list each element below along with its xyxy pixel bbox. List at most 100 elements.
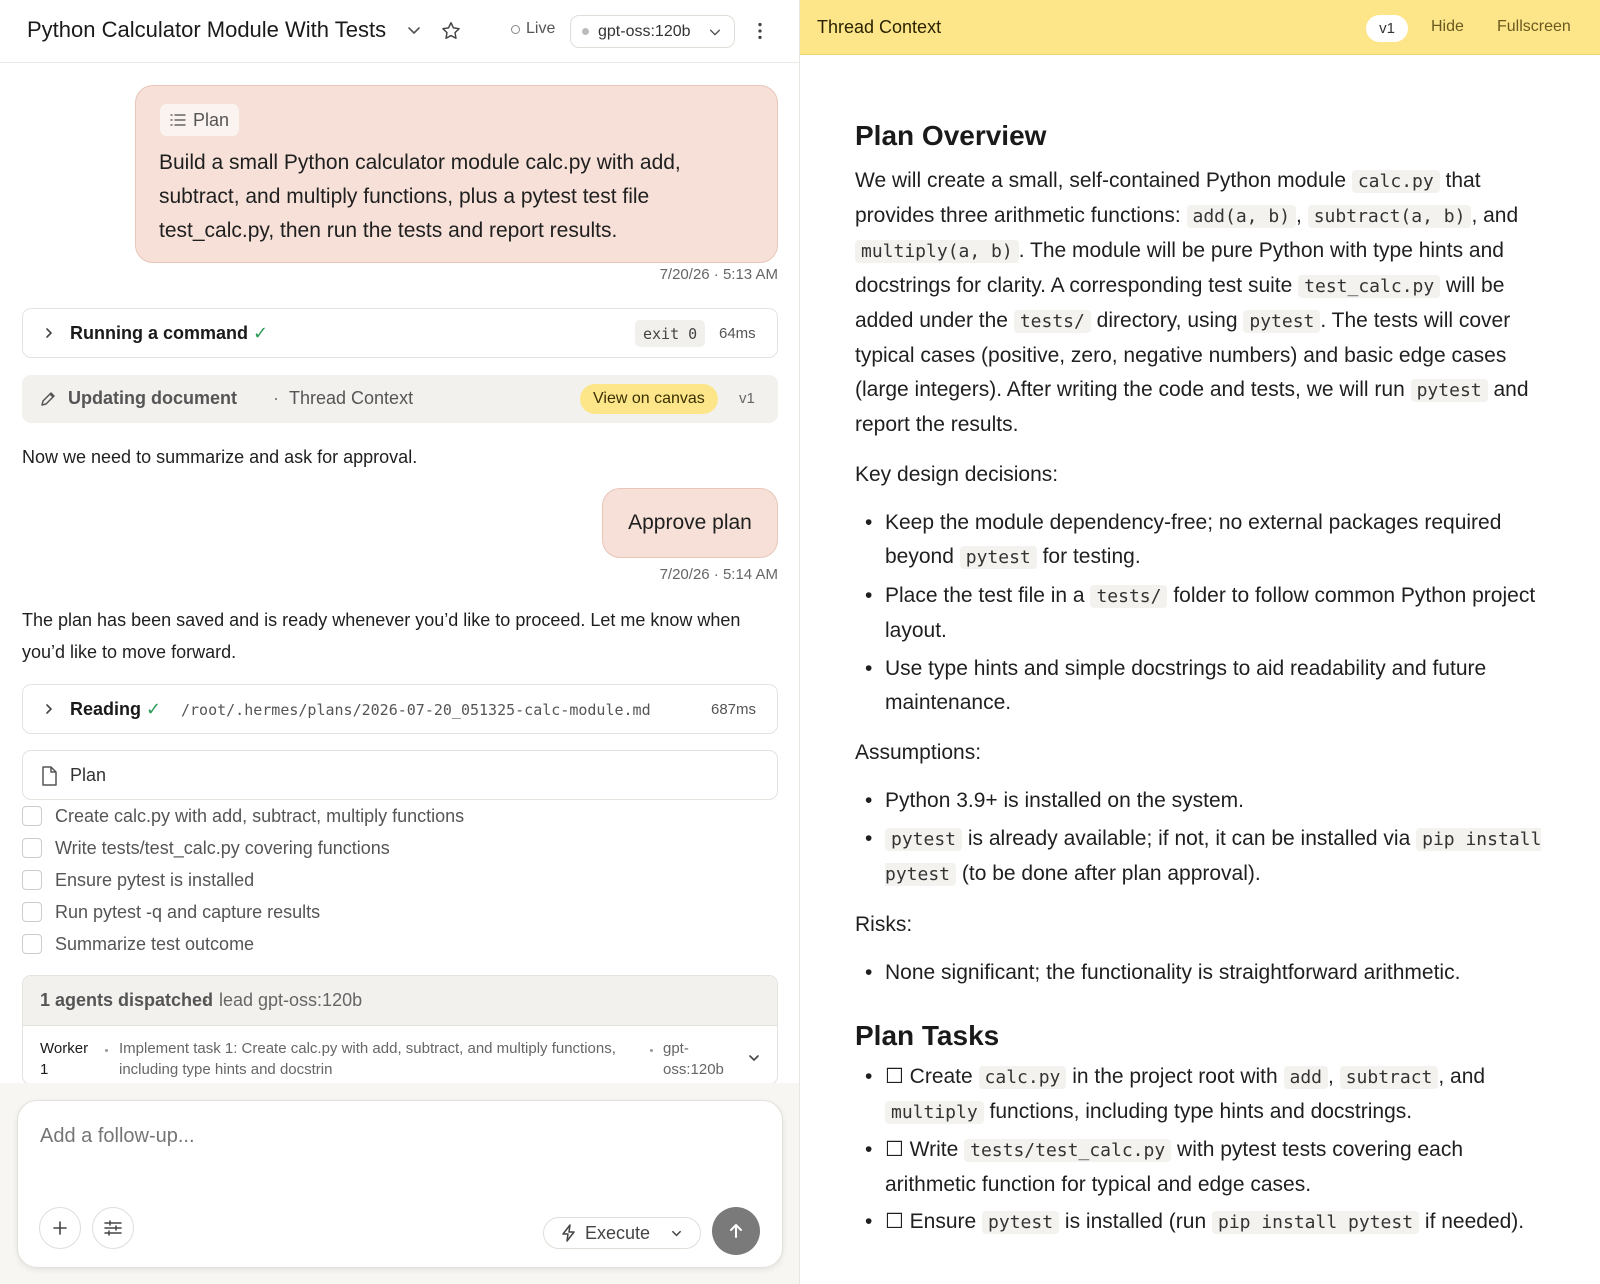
chevron-down-icon [709,29,721,36]
follow-up-input[interactable] [40,1125,640,1148]
live-dot-icon [511,24,520,34]
task-item[interactable]: Run pytest -q and capture results [22,900,320,924]
agents-lead: lead gpt-oss:120b [219,990,363,1010]
worker-task: Implement task 1: Create calc.py with ad… [119,1040,616,1078]
plan-overview-heading: Plan Overview [855,120,1047,151]
star-icon[interactable] [440,20,462,42]
key-decisions-label: Key design decisions: [855,463,1059,486]
check-icon: ✓ [253,323,269,343]
overview-paragraph: We will create a small, self-contained P… [855,169,1529,436]
file-path: /root/.hermes/plans/2026-07-20_051325-ca… [181,701,651,719]
plan-card-label: Plan [70,765,107,785]
more-options-icon[interactable] [749,20,771,42]
check-icon: ✓ [146,699,162,719]
settings-button[interactable] [92,1207,134,1249]
chat-header: Python Calculator Module With Tests Live… [0,0,799,63]
lightning-icon [562,1224,575,1242]
risks-list: None significant; the functionality is s… [855,956,1555,990]
arrow-up-icon [730,1224,742,1238]
list-item: pytest is already available; if not, it … [855,822,1555,892]
agents-count: 1 agents dispatched [40,990,214,1010]
send-button[interactable] [712,1207,760,1255]
model-selector[interactable]: gpt-oss:120b [570,15,735,48]
task-checkbox[interactable] [22,870,42,890]
command-label: Running a command ✓ [70,323,269,343]
version-badge[interactable]: v1 [1366,15,1408,42]
task-checkbox[interactable] [22,806,42,826]
plus-icon [53,1221,67,1235]
user-approve-message: Approve plan [602,488,778,558]
document-name: Thread Context [289,388,414,408]
fullscreen-button[interactable]: Fullscreen [1497,18,1571,36]
list-icon [170,114,186,126]
chat-pane: Python Calculator Module With Tests Live… [0,0,800,1284]
chevron-down-icon[interactable] [406,22,422,38]
task-item[interactable]: Write tests/test_calc.py covering functi… [22,836,390,860]
plan-tasks-list: ☐ Create calc.py in the project root wit… [855,1060,1555,1240]
task-checkbox[interactable] [22,902,42,922]
context-header: Thread Context v1 Hide Fullscreen [800,0,1600,55]
chevron-right-icon [46,328,53,338]
pencil-icon [41,392,55,406]
context-title: Thread Context [817,17,942,37]
list-item: ☐ Ensure pytest is installed (run pip in… [855,1205,1555,1240]
command-duration: 64ms [719,325,756,342]
reading-tool-row[interactable]: Reading ✓ /root/.hermes/plans/2026-07-20… [22,684,778,734]
list-item: Use type hints and simple docstrings to … [855,652,1555,720]
hide-button[interactable]: Hide [1431,18,1464,36]
task-item[interactable]: Ensure pytest is installed [22,868,254,892]
task-checkbox[interactable] [22,934,42,954]
assumptions-label: Assumptions: [855,741,982,764]
context-document: Plan Overview We will create a small, se… [855,120,1555,1240]
separator-dot [105,1049,108,1052]
reading-label: Reading ✓ [70,699,162,719]
agents-header: 1 agents dispatched · lead gpt-oss:120b [23,976,777,1026]
model-dot-icon [582,28,589,35]
user-plan-message: Plan Build a small Python calculator mod… [135,85,778,263]
task-item[interactable]: Create calc.py with add, subtract, multi… [22,804,464,828]
list-item: ☐ Create calc.py in the project root wit… [855,1060,1555,1130]
chevron-down-icon [672,1230,681,1237]
list-item: Place the test file in a tests/ folder t… [855,579,1555,648]
command-tool-row[interactable]: Running a command ✓ exit 0 64ms [22,308,778,358]
message-timestamp: 7/20/26 · 5:14 AM [659,566,778,583]
live-status: Live [511,20,555,38]
composer: Execute [17,1100,783,1268]
sliders-icon [104,1220,122,1236]
assistant-message: Now we need to summarize and ask for app… [22,447,418,467]
document-version: v1 [739,390,755,407]
assumptions-list: Python 3.9+ is installed on the system. … [855,784,1555,892]
task-item[interactable]: Summarize test outcome [22,932,254,956]
plan-message-text: Build a small Python calculator module c… [159,151,681,242]
agents-panel: 1 agents dispatched · lead gpt-oss:120b … [22,975,778,1085]
worker-model: gpt-oss:120b [663,1040,724,1078]
list-item: Keep the module dependency-free; no exte… [855,506,1555,575]
plan-tasks-heading: Plan Tasks [855,1020,1000,1051]
mode-selector[interactable]: Execute [543,1217,701,1249]
document-icon [42,766,57,786]
add-attachment-button[interactable] [39,1207,81,1249]
task-checkbox[interactable] [22,838,42,858]
reading-duration: 687ms [711,701,757,718]
list-item: Python 3.9+ is installed on the system. [855,784,1555,818]
chevron-down-icon[interactable] [747,1051,761,1065]
list-item: None significant; the functionality is s… [855,956,1555,990]
view-on-canvas-button[interactable]: View on canvas [580,384,718,414]
plan-tag: Plan [160,104,240,136]
thread-title[interactable]: Python Calculator Module With Tests [27,17,386,43]
exit-code: exit 0 [635,320,706,347]
separator-dot [650,1049,653,1052]
updating-document-row: Updating document · Thread Context View … [22,375,778,423]
separator: · [203,990,209,1010]
list-item: ☐ Write tests/test_calc.py with pytest t… [855,1133,1555,1202]
risks-label: Risks: [855,913,913,936]
updating-document-label: Updating document [68,388,237,408]
key-decisions-list: Keep the module dependency-free; no exte… [855,506,1555,720]
assistant-message: The plan has been saved and is ready whe… [22,610,741,662]
separator: · [273,388,279,408]
message-timestamp: 7/20/26 · 5:13 AM [659,266,778,283]
chevron-right-icon [46,704,53,714]
thread-context-pane: Thread Context v1 Hide Fullscreen Plan O… [800,0,1600,1284]
plan-card[interactable]: Plan [22,750,778,800]
worker-name: Worker 1 [40,1040,89,1078]
